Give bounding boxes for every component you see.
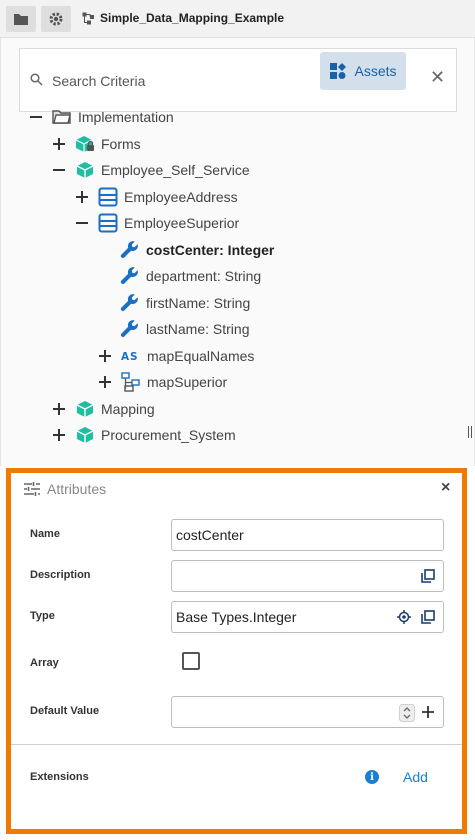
tab-title[interactable]: Simple_Data_Mapping_Example	[82, 11, 284, 25]
tree-node-employee-superior[interactable]: EmployeeSuperior	[75, 212, 239, 234]
expand-icon[interactable]	[52, 137, 66, 151]
description-field[interactable]	[171, 560, 444, 592]
type-value: Base Types.Integer	[176, 609, 297, 625]
svg-text:A: A	[121, 351, 130, 363]
expand-icon[interactable]	[98, 375, 112, 389]
package-icon	[75, 426, 95, 444]
tree-node-procurement-system[interactable]: Procurement_System	[52, 424, 236, 446]
section-divider	[11, 744, 462, 745]
description-label: Description	[30, 569, 91, 581]
tree-node-map-superior[interactable]: mapSuperior	[98, 371, 227, 393]
folder-button[interactable]	[6, 6, 36, 32]
default-value-field[interactable]	[171, 696, 444, 728]
folder-open-icon	[52, 109, 72, 125]
add-extension-button[interactable]: Add	[403, 769, 428, 785]
array-label: Array	[30, 657, 59, 669]
structure-icon	[98, 213, 118, 233]
close-icon[interactable]: ×	[441, 479, 450, 497]
type-field[interactable]: Base Types.Integer	[171, 601, 444, 633]
selected-attribute-label: costCenter: Integer	[146, 242, 275, 258]
tree-node-attribute-firstname[interactable]: firstName: String	[98, 292, 250, 314]
tree-node-attribute-lastname[interactable]: lastName: String	[98, 318, 249, 340]
folder-icon	[14, 14, 28, 25]
wrench-icon	[120, 293, 140, 313]
search-input[interactable]	[52, 69, 312, 93]
name-label: Name	[30, 528, 60, 540]
collapse-icon[interactable]	[75, 216, 89, 230]
name-field[interactable]: costCenter	[171, 519, 444, 551]
splitter-handle[interactable]	[468, 426, 472, 438]
open-editor-icon[interactable]	[421, 610, 435, 624]
wrench-icon	[120, 266, 140, 286]
assignment-icon: AS	[121, 349, 141, 363]
tree-node-attribute-department[interactable]: department: String	[98, 265, 261, 287]
tree-node-attribute-costcenter[interactable]: costCenter: Integer	[98, 239, 274, 261]
attributes-title: Attributes	[47, 481, 107, 497]
sliders-icon	[24, 482, 40, 496]
stepper-icon[interactable]	[399, 704, 415, 722]
tree-node-employee-address[interactable]: EmployeeAddress	[75, 186, 238, 208]
assets-icon	[330, 63, 347, 79]
tree-node-implementation[interactable]: Implementation	[29, 106, 174, 128]
info-icon[interactable]: i	[365, 770, 379, 784]
package-icon	[75, 400, 95, 418]
expand-icon[interactable]	[75, 190, 89, 204]
structure-icon	[98, 187, 118, 207]
svg-text:S: S	[130, 351, 138, 363]
tree-node-map-equal-names[interactable]: AS mapEqualNames	[98, 345, 254, 367]
tree-node-forms[interactable]: Forms	[52, 133, 141, 155]
wrench-icon	[120, 319, 140, 339]
locked-package-icon	[75, 135, 95, 153]
type-label: Type	[30, 610, 55, 622]
attributes-header: Attributes	[23, 481, 106, 497]
explorer-panel: Assets ✕ Implementation Forms Employee_S…	[0, 38, 475, 466]
package-icon	[75, 161, 95, 179]
tab-bar: Simple_Data_Mapping_Example	[0, 0, 475, 38]
collapse-icon[interactable]	[29, 110, 43, 124]
settings-button[interactable]	[41, 6, 71, 32]
mapping-icon	[82, 12, 94, 24]
expand-icon[interactable]	[52, 402, 66, 416]
collapse-icon[interactable]	[52, 163, 66, 177]
wrench-icon	[120, 240, 140, 260]
open-editor-icon[interactable]	[421, 569, 435, 583]
default-value-label: Default Value	[30, 705, 100, 717]
name-value: costCenter	[176, 527, 244, 543]
assets-label: Assets	[354, 63, 397, 79]
tree-node-mapping[interactable]: Mapping	[52, 398, 155, 420]
add-icon[interactable]	[422, 706, 434, 718]
clear-search-icon[interactable]: ✕	[430, 67, 445, 88]
attributes-panel: Attributes × Name costCenter Description…	[6, 468, 467, 834]
extensions-label: Extensions	[30, 771, 89, 783]
gear-icon	[49, 12, 63, 26]
hierarchy-icon	[121, 372, 141, 392]
expand-icon[interactable]	[52, 428, 66, 442]
search-icon	[30, 73, 43, 86]
locate-icon[interactable]	[397, 610, 411, 624]
tab-title-text: Simple_Data_Mapping_Example	[100, 11, 285, 25]
assets-button[interactable]: Assets	[320, 52, 406, 90]
search-bar: Assets ✕	[19, 48, 457, 112]
tree-node-employee-self-service[interactable]: Employee_Self_Service	[52, 159, 250, 181]
array-checkbox[interactable]	[182, 652, 200, 670]
expand-icon[interactable]	[98, 349, 112, 363]
